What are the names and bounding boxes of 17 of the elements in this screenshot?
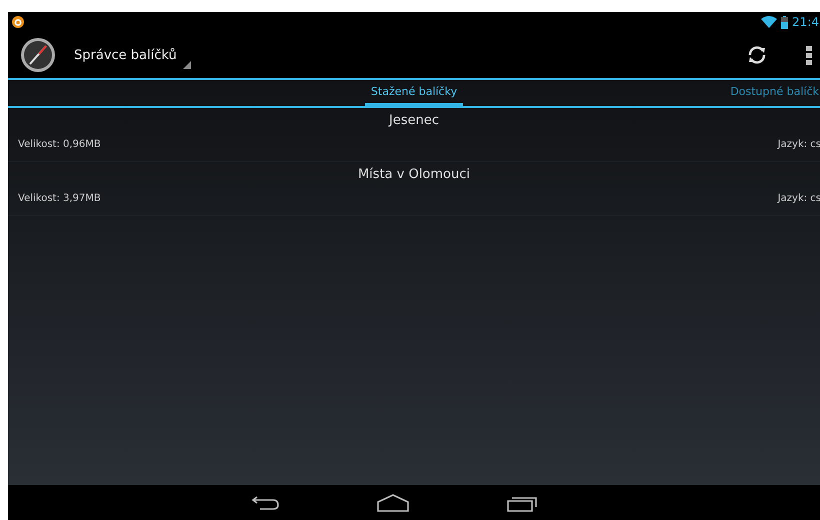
package-name: Místa v Olomouci	[358, 167, 470, 182]
back-icon[interactable]	[251, 494, 279, 510]
package-name: Jesenec	[389, 113, 439, 128]
tab[interactable]: Dostupné balíčk	[724, 80, 820, 106]
package-size: Velikost: 0,96MB	[18, 139, 101, 150]
home-icon[interactable]	[377, 494, 409, 512]
refresh-icon[interactable]	[746, 45, 768, 65]
wifi-icon	[761, 16, 778, 28]
overflow-menu-icon[interactable]	[806, 45, 812, 65]
dropdown-corner-icon	[182, 60, 191, 68]
app-title-dropdown[interactable]: Správce balíčků	[74, 42, 191, 68]
package-size: Velikost: 3,97MB	[18, 193, 101, 204]
app-notification-icon	[12, 16, 24, 28]
compass-icon[interactable]	[20, 37, 56, 73]
clock-time: 21:4	[792, 15, 819, 29]
battery-icon	[781, 16, 788, 28]
tab[interactable]: Stažené balíčky	[364, 80, 464, 106]
